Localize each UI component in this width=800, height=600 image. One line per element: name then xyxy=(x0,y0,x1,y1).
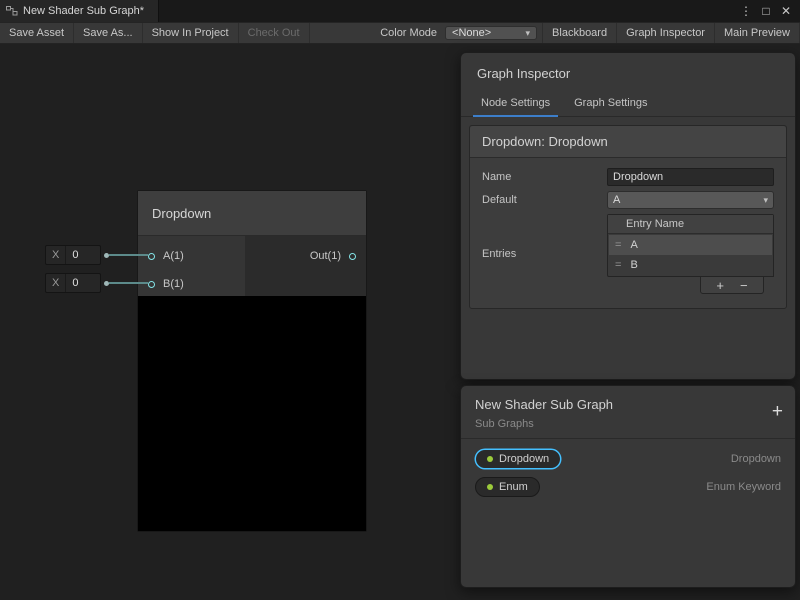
port-out-label: Out(1) xyxy=(310,250,341,262)
inspector-tabs: Node Settings Graph Settings xyxy=(461,92,795,117)
name-property-row: Name Dropdown xyxy=(482,168,774,186)
save-asset-button[interactable]: Save Asset xyxy=(0,23,74,43)
name-label: Name xyxy=(482,171,607,183)
port-a-default-field: X 0 xyxy=(45,245,101,265)
entry-row-a-label: A xyxy=(630,239,637,251)
axis-x-label: X xyxy=(46,274,66,292)
property-pill-enum[interactable]: Enum xyxy=(475,477,540,497)
blackboard-toggle-button[interactable]: Blackboard xyxy=(542,23,617,43)
check-out-button: Check Out xyxy=(239,23,310,43)
node-body: A(1) B(1) Out(1) xyxy=(138,236,366,296)
port-a-connector-icon[interactable] xyxy=(148,253,155,260)
name-input[interactable]: Dropdown xyxy=(607,168,774,186)
blackboard-header: New Shader Sub Graph Sub Graphs + xyxy=(461,386,795,439)
add-property-button[interactable]: + xyxy=(772,402,783,421)
port-out-connector-icon[interactable] xyxy=(349,253,356,260)
entry-row-b[interactable]: = B xyxy=(609,255,772,275)
blackboard-subtitle: Sub Graphs xyxy=(475,418,781,430)
tab-node-settings[interactable]: Node Settings xyxy=(469,92,562,116)
node-settings-group: Dropdown: Dropdown Name Dropdown Default… xyxy=(469,125,787,309)
property-pill-enum-label: Enum xyxy=(499,481,528,493)
dropdown-node[interactable]: Dropdown A(1) B(1) Out(1) xyxy=(137,190,367,532)
inspector-content: Dropdown: Dropdown Name Dropdown Default… xyxy=(461,117,795,317)
port-b-label: B(1) xyxy=(163,278,184,290)
entries-property-row: Entries Entry Name = A = xyxy=(482,214,774,294)
blackboard-title: New Shader Sub Graph xyxy=(475,397,781,412)
edge-wire-b xyxy=(109,282,148,284)
color-mode-dropdown[interactable]: <None> ▾ xyxy=(445,26,537,40)
property-dot-icon xyxy=(487,484,493,490)
blackboard-row-enum: Enum Enum Keyword xyxy=(461,473,795,501)
default-property-row: Default A ▾ xyxy=(482,191,774,209)
entries-footer-box: + − xyxy=(700,277,764,294)
node-preview xyxy=(138,296,366,531)
entries-label: Entries xyxy=(482,248,607,260)
property-pill-dropdown-label: Dropdown xyxy=(499,453,549,465)
port-a-default-value[interactable]: 0 xyxy=(66,249,100,261)
node-output-ports: Out(1) xyxy=(245,236,366,296)
output-port-out: Out(1) xyxy=(245,246,366,266)
entries-list-container: Entry Name = A = B xyxy=(607,214,774,294)
entry-row-b-label: B xyxy=(630,259,637,271)
tab-graph-settings[interactable]: Graph Settings xyxy=(562,92,659,116)
entry-row-a[interactable]: = A xyxy=(609,235,772,255)
port-a-label: A(1) xyxy=(163,250,184,262)
shader-graph-icon xyxy=(6,5,18,17)
property-type-enum: Enum Keyword xyxy=(706,481,781,493)
entries-list: Entry Name = A = B xyxy=(607,214,774,277)
port-b-default-field: X 0 xyxy=(45,273,101,293)
property-pill-dropdown[interactable]: Dropdown xyxy=(475,449,561,469)
color-mode-label: Color Mode xyxy=(368,23,443,43)
chevron-down-icon: ▾ xyxy=(526,28,531,39)
maximize-icon[interactable]: □ xyxy=(756,0,776,22)
color-mode-value: <None> xyxy=(452,27,491,39)
graph-inspector-panel: Graph Inspector Node Settings Graph Sett… xyxy=(460,52,796,380)
show-in-project-button[interactable]: Show In Project xyxy=(143,23,239,43)
drag-handle-icon[interactable]: = xyxy=(615,239,621,251)
default-dropdown-value: A xyxy=(613,194,620,206)
chevron-down-icon: ▾ xyxy=(763,195,768,206)
blackboard-row-dropdown: Dropdown Dropdown xyxy=(461,445,795,473)
default-label: Default xyxy=(482,194,607,206)
document-tab-title: New Shader Sub Graph* xyxy=(23,5,144,17)
save-as-button[interactable]: Save As... xyxy=(74,23,143,43)
drag-handle-icon[interactable]: = xyxy=(615,259,621,271)
node-settings-group-body: Name Dropdown Default A ▾ Entries Entry … xyxy=(470,158,786,308)
window-controls: ⋮ □ ✕ xyxy=(736,0,800,22)
add-entry-button[interactable]: + xyxy=(716,279,724,292)
port-b-default-value[interactable]: 0 xyxy=(66,277,100,289)
close-icon[interactable]: ✕ xyxy=(776,0,796,22)
node-input-ports: A(1) B(1) xyxy=(138,236,245,296)
entries-list-rows: = A = B xyxy=(608,234,773,276)
graph-inspector-toggle-button[interactable]: Graph Inspector xyxy=(617,23,715,43)
property-dot-icon xyxy=(487,456,493,462)
blackboard-rows: Dropdown Dropdown Enum Enum Keyword xyxy=(461,439,795,501)
input-port-a: A(1) xyxy=(138,246,245,266)
node-title[interactable]: Dropdown xyxy=(138,191,366,236)
entries-list-footer: + − xyxy=(607,277,774,294)
default-dropdown[interactable]: A ▾ xyxy=(607,191,774,209)
property-type-dropdown: Dropdown xyxy=(731,453,781,465)
blackboard-panel: New Shader Sub Graph Sub Graphs + Dropdo… xyxy=(460,385,796,588)
port-b-connector-icon[interactable] xyxy=(148,281,155,288)
graph-inspector-title: Graph Inspector xyxy=(461,53,795,92)
document-tab[interactable]: New Shader Sub Graph* xyxy=(0,0,159,22)
title-bar: New Shader Sub Graph* ⋮ □ ✕ xyxy=(0,0,800,22)
input-port-b: B(1) xyxy=(138,274,245,294)
axis-x-label: X xyxy=(46,246,66,264)
shader-graph-toolbar: Save Asset Save As... Show In Project Ch… xyxy=(0,22,800,44)
remove-entry-button[interactable]: − xyxy=(740,279,748,292)
edge-wire-a xyxy=(109,254,148,256)
entries-list-header: Entry Name xyxy=(608,215,773,234)
node-settings-group-title: Dropdown: Dropdown xyxy=(470,126,786,158)
main-preview-toggle-button[interactable]: Main Preview xyxy=(715,23,800,43)
window-menu-icon[interactable]: ⋮ xyxy=(736,0,756,22)
